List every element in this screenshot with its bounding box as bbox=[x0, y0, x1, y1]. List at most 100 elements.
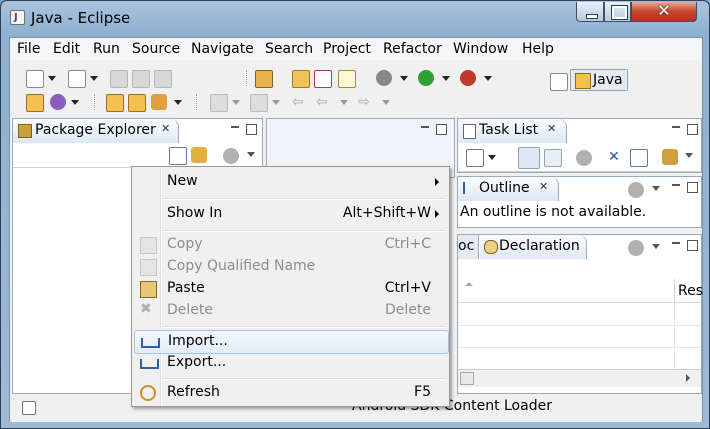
maximize-view-icon[interactable] bbox=[246, 124, 257, 135]
menu-item-export[interactable]: Export... bbox=[134, 352, 447, 374]
package-explorer-label: Package Explorer bbox=[35, 122, 156, 138]
new-task-icon[interactable] bbox=[466, 149, 484, 167]
debug-dropdown-icon[interactable] bbox=[400, 76, 408, 81]
sync-icon[interactable] bbox=[662, 149, 678, 165]
maximize-editor-icon[interactable] bbox=[436, 124, 447, 135]
perspective-java-button[interactable]: Java bbox=[570, 69, 628, 91]
categorized-icon[interactable] bbox=[518, 147, 540, 169]
search-pencil-icon[interactable] bbox=[151, 94, 167, 110]
menu-item-label: Copy bbox=[167, 236, 203, 252]
new-icon[interactable] bbox=[26, 70, 44, 88]
tab-package-explorer[interactable]: Package Explorer ✕ bbox=[13, 119, 179, 143]
minimize-button[interactable] bbox=[576, 2, 604, 22]
print-icon bbox=[154, 70, 172, 88]
menu-edit[interactable]: Edit bbox=[53, 41, 80, 57]
window-title: Java - Eclipse bbox=[31, 9, 131, 27]
back-icon: ⇦ bbox=[316, 94, 328, 110]
task-list-toolbar: ✕ bbox=[458, 143, 701, 172]
close-tab-icon[interactable]: ✕ bbox=[539, 180, 548, 193]
new-project-dropdown-icon[interactable] bbox=[90, 76, 98, 81]
maximize-button[interactable] bbox=[604, 2, 631, 22]
menu-item-label: New bbox=[167, 173, 198, 189]
open-resource-icon[interactable] bbox=[128, 94, 146, 112]
menu-window[interactable]: Window bbox=[453, 41, 508, 57]
sort-arrow-icon[interactable] bbox=[465, 282, 473, 286]
link-with-editor-icon[interactable] bbox=[191, 147, 207, 163]
view-menu-icon[interactable] bbox=[652, 244, 660, 249]
new-task-dropdown-icon[interactable] bbox=[488, 155, 496, 160]
menu-item-delete: ✖ Delete Delete bbox=[134, 300, 447, 322]
menu-item-import[interactable]: Import... bbox=[134, 330, 449, 354]
menu-help[interactable]: Help bbox=[522, 41, 554, 57]
new-junit-icon[interactable] bbox=[314, 70, 332, 88]
menu-item-shortcut: Alt+Shift+W bbox=[342, 205, 431, 221]
perspective-label: Java bbox=[593, 72, 623, 88]
menu-source[interactable]: Source bbox=[132, 41, 180, 57]
view-menu-icon[interactable] bbox=[247, 152, 255, 157]
close-tab-icon[interactable]: ✕ bbox=[161, 122, 170, 135]
search-dropdown-icon[interactable] bbox=[174, 100, 182, 105]
debug-icon[interactable] bbox=[376, 70, 392, 86]
tab-javadoc[interactable]: oc bbox=[458, 235, 479, 259]
hide-completed-icon[interactable]: ✕ bbox=[608, 149, 624, 165]
new-package-dropdown-icon[interactable] bbox=[71, 100, 79, 105]
scroll-right-icon[interactable] bbox=[686, 374, 690, 382]
menu-separator bbox=[162, 198, 446, 200]
column-res[interactable]: Res bbox=[678, 283, 703, 299]
external-tools-icon[interactable] bbox=[460, 70, 476, 86]
collapse-all-icon[interactable] bbox=[630, 149, 648, 167]
menu-refactor[interactable]: Refactor bbox=[383, 41, 442, 57]
close-window-button[interactable]: ✕ bbox=[631, 1, 697, 22]
menu-project[interactable]: Project bbox=[323, 41, 371, 57]
open-folder-icon[interactable] bbox=[106, 94, 124, 112]
menu-item-paste[interactable]: Paste Ctrl+V bbox=[134, 278, 447, 300]
menu-run[interactable]: Run bbox=[93, 41, 120, 57]
scroll-thumb[interactable] bbox=[460, 372, 474, 385]
menu-search[interactable]: Search bbox=[265, 41, 313, 57]
open-perspective-icon[interactable] bbox=[550, 73, 568, 91]
horizontal-scrollbar[interactable] bbox=[458, 369, 701, 387]
minimize-view-icon[interactable] bbox=[672, 126, 680, 128]
tab-outline[interactable]: Outline ✕ bbox=[458, 177, 559, 201]
previous-annotation-dropdown-icon bbox=[272, 100, 280, 105]
new-project-icon[interactable] bbox=[68, 70, 86, 88]
menu-file[interactable]: File bbox=[17, 41, 40, 57]
javadoc-label: oc bbox=[458, 238, 475, 254]
paste-icon bbox=[140, 281, 157, 298]
menu-item-refresh[interactable]: Refresh F5 bbox=[134, 382, 447, 404]
view-menu-icon[interactable] bbox=[685, 153, 693, 158]
declaration-view: oc Declaration Res bbox=[457, 234, 703, 394]
minimize-view-icon[interactable] bbox=[672, 242, 680, 244]
minimize-editor-icon[interactable] bbox=[421, 126, 429, 128]
maximize-view-icon[interactable] bbox=[687, 124, 698, 135]
close-tab-icon[interactable]: ✕ bbox=[547, 122, 556, 135]
minimize-view-icon[interactable] bbox=[231, 126, 239, 128]
scheduled-icon[interactable] bbox=[544, 149, 562, 167]
maximize-view-icon[interactable] bbox=[687, 240, 698, 251]
context-menu: New Show In Alt+Shift+W Copy Ctrl+C Copy… bbox=[131, 166, 450, 407]
external-tools-dropdown-icon[interactable] bbox=[484, 76, 492, 81]
menu-item-show-in[interactable]: Show In Alt+Shift+W bbox=[134, 203, 447, 225]
maximize-view-icon[interactable] bbox=[687, 182, 698, 193]
new-dropdown-icon[interactable] bbox=[48, 76, 56, 81]
open-type-icon[interactable] bbox=[292, 70, 310, 88]
fast-view-icon[interactable] bbox=[22, 401, 36, 415]
tab-declaration[interactable]: Declaration bbox=[480, 235, 587, 259]
minimize-view-icon[interactable] bbox=[672, 184, 680, 186]
tab-task-list[interactable]: Task List ✕ bbox=[458, 119, 567, 143]
run-icon[interactable] bbox=[418, 70, 434, 86]
toolbar-separator bbox=[196, 94, 199, 110]
focus-icon[interactable] bbox=[576, 150, 592, 166]
view-menu-icon[interactable] bbox=[652, 186, 660, 191]
outline-icon bbox=[463, 182, 476, 194]
new-class-icon[interactable] bbox=[338, 70, 356, 88]
new-java-project-icon[interactable] bbox=[26, 94, 44, 112]
menu-item-new[interactable]: New bbox=[134, 171, 447, 193]
android-sdk-manager-icon[interactable] bbox=[255, 70, 273, 88]
collapse-all-icon[interactable] bbox=[169, 147, 187, 165]
toolbar-separator bbox=[246, 70, 249, 86]
eclipse-java-icon: J bbox=[10, 10, 25, 25]
run-dropdown-icon[interactable] bbox=[442, 76, 450, 81]
menu-navigate[interactable]: Navigate bbox=[191, 41, 254, 57]
new-package-icon[interactable] bbox=[50, 94, 66, 110]
